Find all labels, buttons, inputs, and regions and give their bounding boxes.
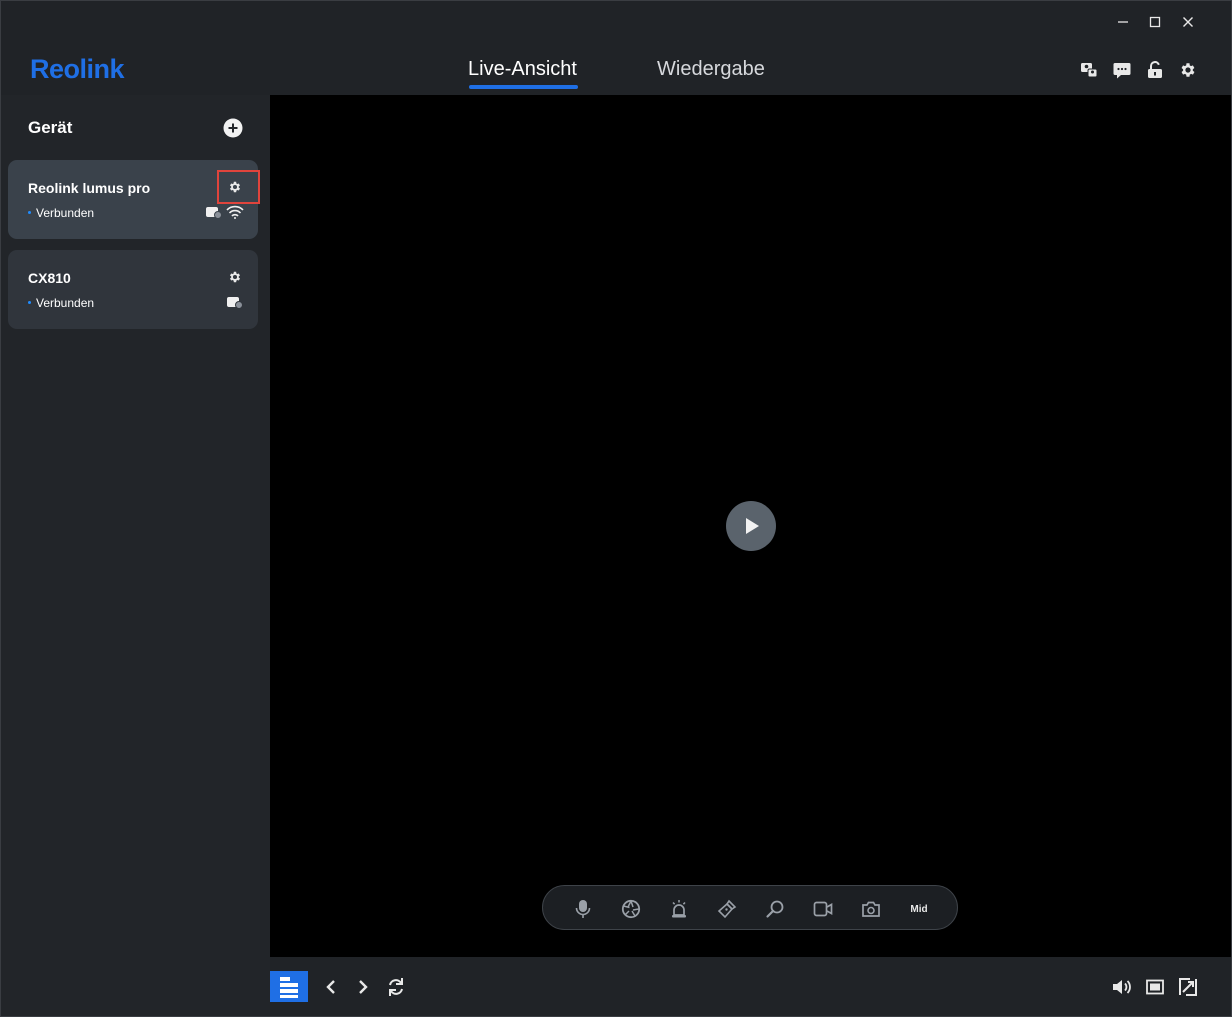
camera-share-icon: [227, 297, 243, 309]
close-icon: [1183, 17, 1193, 27]
maximize-icon: [1149, 16, 1161, 28]
sidebar-title: Gerät: [28, 118, 73, 137]
message-icon: [1113, 62, 1131, 78]
users-icon: [1081, 63, 1098, 78]
fullscreen-icon: [1179, 978, 1197, 996]
microphone-icon: [575, 900, 591, 918]
close-button[interactable]: [1171, 10, 1205, 34]
tab-live-ansicht[interactable]: Live-Ansicht: [468, 56, 577, 82]
zoom-button[interactable]: [764, 898, 786, 920]
device-status-label: Verbunden: [36, 206, 95, 220]
status-dot: [28, 211, 31, 215]
play-button[interactable]: [726, 501, 776, 551]
settings-button[interactable]: [1178, 60, 1198, 80]
play-icon: [746, 518, 759, 534]
chevron-right-icon: [359, 980, 368, 994]
zoom-icon: [766, 900, 784, 918]
bottom-toolbar: [270, 957, 1231, 1016]
main-tabs: Live-Ansicht Wiedergabe: [0, 56, 1232, 92]
gear-icon: [1181, 63, 1195, 77]
unlock-button[interactable]: [1145, 60, 1165, 80]
record-button[interactable]: [812, 898, 834, 920]
wifi-icon: [226, 205, 244, 219]
next-button[interactable]: [354, 977, 372, 997]
users-button[interactable]: [1079, 60, 1099, 80]
camera-share-icon: [206, 207, 222, 219]
stream-quality-button[interactable]: Mid: [908, 898, 930, 920]
flashlight-icon: [717, 899, 737, 919]
record-icon: [813, 901, 833, 917]
gear-icon[interactable]: [228, 270, 242, 284]
fullscreen-button[interactable]: [1178, 977, 1198, 997]
siren-icon: [672, 900, 686, 918]
minimize-button[interactable]: [1106, 10, 1140, 34]
device-name: Reolink lumus pro: [28, 180, 151, 196]
layout-button[interactable]: [270, 971, 308, 1002]
snapshot-button[interactable]: [860, 898, 882, 920]
refresh-icon: [389, 978, 403, 996]
plus-circle-icon[interactable]: [222, 117, 244, 139]
device-status: Verbunden: [28, 296, 94, 310]
tab-wiedergabe[interactable]: Wiedergabe: [657, 56, 765, 82]
messages-button[interactable]: [1112, 60, 1132, 80]
status-dot: [28, 301, 31, 305]
microphone-button[interactable]: [572, 898, 594, 920]
settings-highlight-box: [217, 170, 260, 204]
snapshot-icon: [862, 901, 880, 917]
flashlight-button[interactable]: [716, 898, 738, 920]
refresh-button[interactable]: [386, 976, 406, 998]
volume-icon: [1113, 980, 1131, 994]
unlock-icon: [1148, 61, 1162, 78]
screen-mode-button[interactable]: [1145, 977, 1165, 997]
aperture-icon: [621, 899, 641, 919]
aperture-button[interactable]: [620, 898, 642, 920]
active-tab-indicator: [469, 85, 578, 89]
device-name: CX810: [28, 270, 71, 286]
device-card-cx810[interactable]: CX810 Verbunden: [8, 250, 258, 329]
screen-icon: [1146, 979, 1164, 995]
minimize-icon: [1118, 21, 1128, 23]
video-control-bar: Mid: [542, 885, 958, 930]
previous-button[interactable]: [322, 977, 340, 997]
chevron-left-icon: [326, 980, 335, 994]
device-status: Verbunden: [28, 206, 94, 220]
layout-icon: [280, 976, 298, 998]
device-status-label: Verbunden: [36, 296, 95, 310]
maximize-button[interactable]: [1138, 10, 1172, 34]
volume-button[interactable]: [1112, 977, 1132, 997]
siren-button[interactable]: [668, 898, 690, 920]
